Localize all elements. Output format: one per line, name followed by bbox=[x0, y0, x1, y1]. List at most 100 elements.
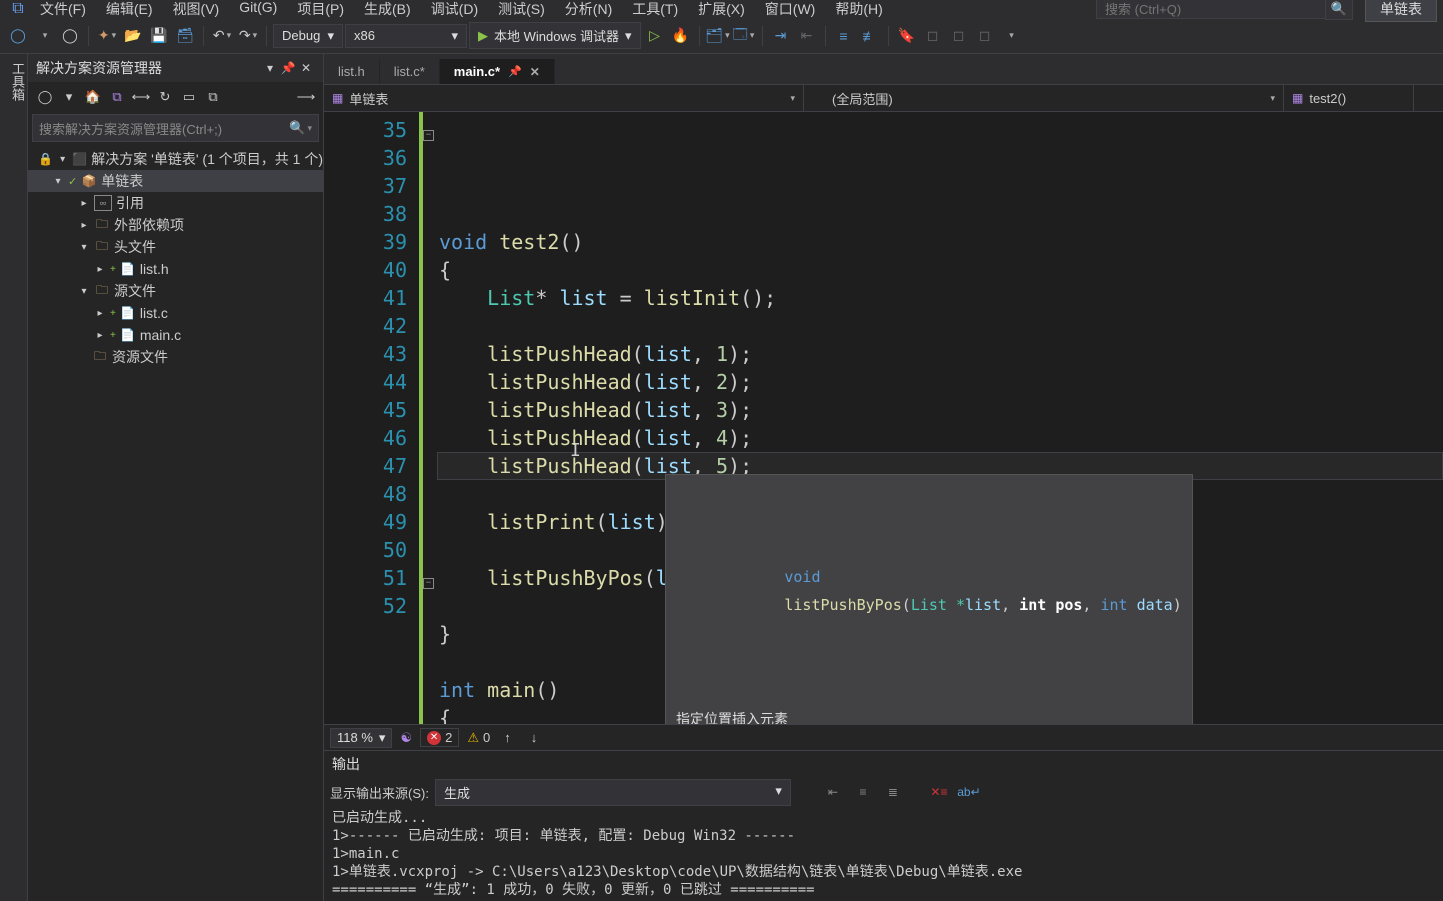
next-issue-button[interactable]: ↓ bbox=[525, 730, 544, 745]
save-all-button[interactable]: 🗃 bbox=[173, 24, 197, 48]
run-debugger-button[interactable]: ▶本地 Windows 调试器▾ bbox=[469, 22, 641, 49]
se-sync-icon[interactable]: ↻ bbox=[154, 86, 176, 108]
output-btn-1[interactable]: ⇤ bbox=[821, 781, 845, 803]
error-count[interactable]: ✕ 2 bbox=[420, 728, 459, 747]
tree-project[interactable]: ▾ ✓ 📦 单链表 bbox=[28, 170, 323, 192]
config-select[interactable]: Debug▾ bbox=[273, 24, 343, 48]
tree-file-header[interactable]: ▸ + 📄 list.h bbox=[28, 258, 323, 280]
tree-file-source[interactable]: ▸ + 📄 main.c bbox=[28, 324, 323, 346]
solution-badge[interactable]: 单链表 bbox=[1365, 0, 1437, 22]
run-without-debug-button[interactable]: ▷ bbox=[643, 24, 667, 48]
fold-gutter[interactable]: −− bbox=[423, 112, 437, 724]
editor-tab[interactable]: main.c*📌✕ bbox=[440, 59, 555, 84]
editor-tab[interactable]: list.h bbox=[324, 59, 380, 84]
output-wrap-button[interactable]: ab↵ bbox=[957, 781, 981, 803]
code-line[interactable]: listPushHead(list, 3); bbox=[439, 396, 1443, 424]
se-back-icon[interactable]: ◯ bbox=[34, 86, 56, 108]
se-home-icon[interactable]: 🏠 bbox=[82, 86, 104, 108]
back-button[interactable]: ◯ bbox=[6, 24, 30, 48]
tree-file-label: list.c bbox=[140, 305, 168, 321]
code-editor[interactable]: I void listPushByPos(List *list, int pos… bbox=[437, 112, 1443, 724]
platform-select[interactable]: x86▾ bbox=[345, 24, 467, 48]
zoom-select[interactable]: 118 %▾ bbox=[330, 728, 392, 748]
close-icon[interactable]: ✕ bbox=[530, 65, 540, 79]
menu-item[interactable]: 调试(D) bbox=[421, 0, 488, 21]
menu-item[interactable]: 窗口(W) bbox=[755, 0, 826, 21]
app-logo: ⧉ bbox=[6, 0, 30, 21]
toolbox-tab[interactable]: 工具箱 bbox=[0, 54, 28, 901]
tree-resources[interactable]: 🗀 资源文件 bbox=[28, 346, 323, 368]
refs-icon: ▫▫ bbox=[94, 195, 112, 211]
global-search-input[interactable] bbox=[1096, 0, 1326, 19]
health-icon[interactable]: ☯ bbox=[400, 730, 412, 746]
se-dropdown-icon[interactable]: ▾ bbox=[58, 86, 80, 108]
se-frame-icon[interactable]: ▭ bbox=[178, 86, 200, 108]
menu-item[interactable]: 项目(P) bbox=[287, 0, 354, 21]
nav-global-scope[interactable]: (全局范围)▾ bbox=[804, 85, 1284, 111]
menu-item[interactable]: 帮助(H) bbox=[825, 0, 892, 21]
redo-button[interactable]: ↷ bbox=[236, 24, 260, 48]
panel-close-icon[interactable]: ✕ bbox=[297, 61, 315, 75]
browser-button[interactable]: 🗂 bbox=[706, 24, 730, 48]
menu-item[interactable]: 编辑(E) bbox=[96, 0, 163, 21]
warning-count[interactable]: ⚠ 0 bbox=[467, 730, 490, 746]
code-line[interactable]: List* list = listInit(); bbox=[439, 284, 1443, 312]
tree-refs[interactable]: ▸ ▫▫ 引用 bbox=[28, 192, 323, 214]
se-copy-icon[interactable]: ⧉ bbox=[202, 86, 224, 108]
tree-solution[interactable]: 🔒 ▾ ⬛ 解决方案 '单链表' (1 个项目，共 1 个) bbox=[28, 148, 323, 170]
save-button[interactable]: 💾 bbox=[147, 24, 171, 48]
editor-tab[interactable]: list.c* bbox=[380, 59, 440, 84]
nav-function-scope[interactable]: ▦ test2() bbox=[1284, 85, 1414, 111]
tree-sources[interactable]: ▾ 🗀 源文件 bbox=[28, 280, 323, 302]
menu-item[interactable]: 文件(F) bbox=[30, 0, 96, 21]
panel-dropdown-icon[interactable]: ▾ bbox=[261, 61, 279, 75]
output-log[interactable]: 已启动生成... 1>------ 已启动生成: 项目: 单链表, 配置: De… bbox=[324, 807, 1443, 901]
hot-reload-button[interactable]: 🔥 bbox=[669, 24, 693, 48]
open-folder-button[interactable]: 📂 bbox=[121, 24, 145, 48]
menu-item[interactable]: Git(G) bbox=[229, 0, 287, 21]
search-icon: 🔍 bbox=[289, 120, 305, 136]
output-btn-3[interactable]: ≣ bbox=[881, 781, 905, 803]
solution-search-input[interactable]: 搜索解决方案资源管理器(Ctrl+;) 🔍▾ bbox=[32, 114, 319, 142]
forward-button[interactable]: ◯ bbox=[58, 24, 82, 48]
bookmark-icon[interactable]: 🔖 bbox=[895, 24, 919, 48]
code-line[interactable]: listPushHead(list, 1); bbox=[439, 340, 1443, 368]
se-arrow-icon[interactable]: ⟷ bbox=[130, 86, 152, 108]
code-line[interactable]: void test2() bbox=[439, 228, 1443, 256]
tree-file-source[interactable]: ▸ + 📄 list.c bbox=[28, 302, 323, 324]
output-source-select[interactable]: 生成▾ bbox=[435, 779, 791, 806]
tree-headers-label: 头文件 bbox=[114, 237, 156, 257]
code-line[interactable] bbox=[439, 312, 1443, 340]
menu-item[interactable]: 生成(B) bbox=[354, 0, 421, 21]
menu-item[interactable]: 视图(V) bbox=[163, 0, 230, 21]
uncomment-button[interactable]: ≢ bbox=[858, 24, 882, 48]
back-dropdown[interactable] bbox=[32, 24, 56, 48]
indent-button[interactable]: ⇥ bbox=[769, 24, 793, 48]
new-item-button[interactable]: ✦ bbox=[95, 24, 119, 48]
se-more-icon[interactable]: ⟶ bbox=[295, 86, 317, 108]
pin-icon[interactable]: 📌 bbox=[508, 65, 522, 78]
menu-item[interactable]: 测试(S) bbox=[488, 0, 555, 21]
comment-button[interactable]: ≡ bbox=[832, 24, 856, 48]
menu-item[interactable]: 工具(T) bbox=[622, 0, 688, 21]
panel-pin-icon[interactable]: 📌 bbox=[279, 61, 297, 75]
se-switch-icon[interactable]: ⧉ bbox=[106, 86, 128, 108]
menu-item[interactable]: 扩展(X) bbox=[688, 0, 755, 21]
window-button[interactable]: 🗔 bbox=[732, 24, 756, 48]
output-btn-2[interactable]: ≡ bbox=[851, 781, 875, 803]
fold-icon[interactable]: − bbox=[423, 130, 434, 141]
fold-icon[interactable]: − bbox=[423, 578, 434, 589]
nav-project-scope[interactable]: ▦ 单链表 ▾ bbox=[324, 85, 804, 111]
undo-button[interactable]: ↶ bbox=[210, 24, 234, 48]
bookmark-nav-4 bbox=[999, 24, 1023, 48]
prev-issue-button[interactable]: ↑ bbox=[498, 730, 517, 745]
output-clear-button[interactable]: ✕≡ bbox=[927, 781, 951, 803]
search-icon[interactable]: 🔍 bbox=[1325, 0, 1353, 20]
code-line[interactable]: listPushHead(list, 4); bbox=[439, 424, 1443, 452]
line-number-gutter: 353637383940414243444546474849505152 bbox=[324, 112, 419, 724]
tree-external-deps[interactable]: ▸ 🗀 外部依赖项 bbox=[28, 214, 323, 236]
code-line[interactable]: { bbox=[439, 256, 1443, 284]
menu-item[interactable]: 分析(N) bbox=[555, 0, 622, 21]
code-line[interactable]: listPushHead(list, 2); bbox=[439, 368, 1443, 396]
tree-headers[interactable]: ▾ 🗀 头文件 bbox=[28, 236, 323, 258]
